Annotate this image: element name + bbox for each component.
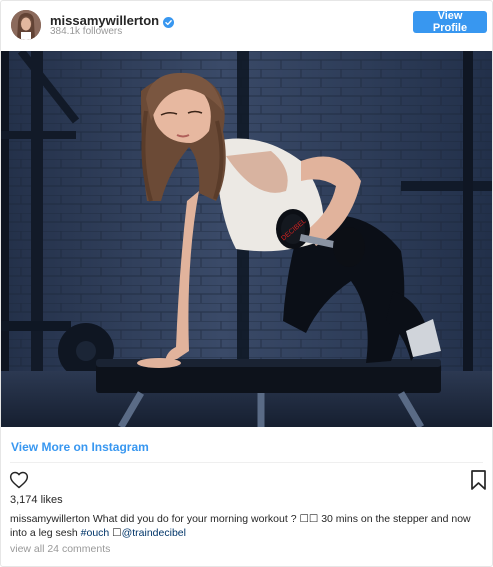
caption-text-tail: ☐ xyxy=(109,527,122,539)
view-comments-link[interactable]: view all 24 comments xyxy=(10,543,110,555)
post-image[interactable]: DECIBEL xyxy=(1,51,492,427)
follower-count: 384.1k followers xyxy=(50,26,123,37)
like-count: 3,174 likes xyxy=(10,494,63,506)
verified-badge-icon xyxy=(163,15,175,28)
mention-link[interactable]: @traindecibel xyxy=(122,527,186,539)
avatar[interactable] xyxy=(11,10,41,40)
caption-username[interactable]: missamywillerton xyxy=(10,513,90,525)
divider xyxy=(10,462,483,463)
view-more-link[interactable]: View More on Instagram xyxy=(11,440,149,454)
instagram-embed-card: missamywillerton 384.1k followers View P… xyxy=(0,0,493,567)
heart-icon[interactable] xyxy=(9,470,29,490)
view-profile-button[interactable]: View Profile xyxy=(413,10,487,34)
bookmark-icon[interactable] xyxy=(471,470,486,490)
hashtag-link[interactable]: #ouch xyxy=(81,527,110,539)
caption: missamywillerton What did you do for you… xyxy=(10,512,482,540)
post-header: missamywillerton 384.1k followers View P… xyxy=(1,1,492,49)
